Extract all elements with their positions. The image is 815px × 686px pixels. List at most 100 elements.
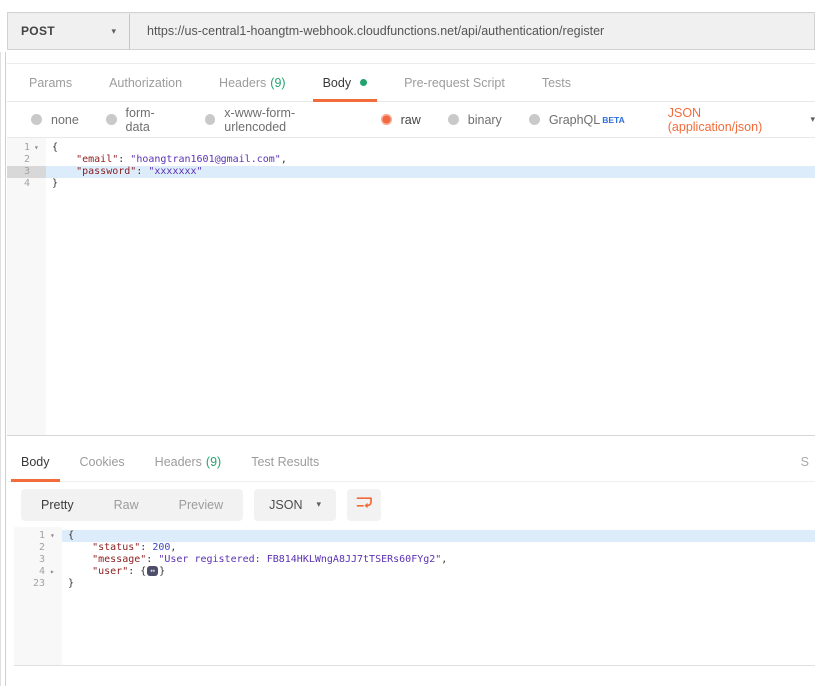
code-line[interactable]: 4 ▸ "user": {↔} — [14, 566, 815, 578]
code-line[interactable]: 1 ▾ { — [7, 142, 815, 154]
code-line[interactable]: 1 ▾{ — [14, 530, 815, 542]
code-token: "password" — [76, 166, 137, 177]
radio-graphql[interactable]: GraphQL BETA — [528, 112, 625, 127]
code-token: { — [68, 530, 75, 541]
radio-binary[interactable]: binary — [447, 112, 502, 127]
code-token: "hoangtran1601@gmail.com" — [130, 154, 281, 165]
language-label: JSON — [269, 497, 303, 512]
code-token: , — [280, 154, 287, 165]
view-mode-group: Pretty Raw Preview — [21, 488, 244, 521]
headers-count-badge: (9) — [270, 75, 286, 90]
beta-badge: BETA — [602, 114, 625, 125]
code-line[interactable]: 3 "password": "xxxxxxx" — [7, 166, 815, 178]
tab-pre-request-script[interactable]: Pre-request Script — [404, 64, 505, 101]
view-mode-pretty[interactable]: Pretty — [21, 489, 94, 521]
response-language-dropdown[interactable]: JSON ▾ — [254, 488, 337, 521]
radio-selected-icon — [380, 114, 392, 125]
code-text: "status": 200, — [68, 542, 815, 554]
code-line[interactable]: 4} — [7, 178, 815, 190]
radio-form-data[interactable]: form-data — [105, 106, 178, 134]
status-label-clipped: S — [800, 454, 809, 469]
radio-raw[interactable]: raw — [380, 113, 421, 127]
radio-x-www-form-urlencoded[interactable]: x-www-form-urlencoded — [204, 105, 354, 134]
code-text: { — [52, 142, 815, 154]
word-wrap-button[interactable] — [347, 488, 382, 521]
code-token: , — [170, 542, 177, 553]
request-body-editor[interactable]: 1 ▾ {2 "email": "hoangtran1601@gmail.com",… — [7, 138, 815, 436]
radio-label: GraphQL — [548, 112, 601, 127]
url-text: https://us-central1-hoangtm-webhook.clou… — [147, 24, 605, 38]
tab-label: Tests — [541, 75, 571, 90]
chevron-down-icon: ▾ — [316, 499, 322, 509]
url-row: POST ▾ https://us-central1-hoangtm-webho… — [7, 12, 815, 50]
collapsed-object-icon[interactable]: ↔ — [147, 566, 159, 576]
line-number: 23 — [14, 578, 62, 590]
code-text: "password": "xxxxxxx" — [52, 166, 815, 178]
radio-icon — [528, 114, 540, 125]
content-type-dropdown[interactable]: JSON (application/json) ▾ — [668, 106, 815, 134]
fold-open-icon[interactable]: ▾ — [50, 530, 55, 542]
body-modified-dot — [360, 79, 368, 86]
chevron-down-icon: ▾ — [111, 25, 116, 36]
url-input[interactable]: https://us-central1-hoangtm-webhook.clou… — [129, 12, 815, 50]
response-toolbar: Pretty Raw Preview JSON ▾ — [7, 482, 815, 527]
line-number: 1 — [7, 142, 46, 154]
response-tab-body[interactable]: Body — [11, 442, 60, 482]
code-line[interactable]: 23} — [14, 578, 815, 590]
tab-params[interactable]: Params — [29, 64, 72, 101]
response-tab-test-results[interactable]: Test Results — [251, 442, 319, 481]
code-token: } — [68, 578, 75, 589]
fold-closed-icon[interactable]: ▸ — [50, 566, 55, 578]
radio-label: x-www-form-urlencoded — [224, 105, 296, 134]
fold-open-icon[interactable]: ▾ — [34, 142, 39, 154]
response-tab-cookies[interactable]: Cookies — [80, 442, 125, 481]
code-token: "message" — [92, 554, 147, 565]
line-number: 3 — [14, 554, 62, 566]
response-body-editor[interactable]: 1 ▾{2 "status": 200, 3 "message": "User re… — [14, 527, 815, 666]
tab-label: Headers — [154, 454, 202, 469]
tab-label: Pre-request Script — [404, 75, 505, 90]
code-token: "User registered: FB814HKLWngA8JJ7tTSERs… — [158, 554, 442, 565]
tab-label: Body — [322, 75, 352, 90]
code-line[interactable]: 2 "email": "hoangtran1601@gmail.com", — [7, 154, 815, 166]
code-token: 200 — [152, 542, 171, 553]
code-line[interactable]: 3 "message": "User registered: FB814HKLW… — [14, 554, 815, 566]
code-token: : — [128, 566, 141, 577]
response-tab-headers[interactable]: Headers (9) — [155, 442, 222, 481]
code-token: "email" — [76, 154, 119, 165]
code-text: "message": "User registered: FB814HKLWng… — [68, 554, 815, 566]
code-text: { — [68, 530, 815, 542]
view-mode-preview[interactable]: Preview — [159, 489, 243, 521]
sidebar-edge-sliver — [0, 52, 6, 686]
tab-headers[interactable]: Headers (9) — [219, 64, 286, 101]
radio-icon — [31, 114, 42, 125]
code-text: "email": "hoangtran1601@gmail.com", — [52, 154, 815, 166]
tab-tests[interactable]: Tests — [542, 64, 571, 101]
tab-body[interactable]: Body — [312, 64, 378, 102]
code-token: : — [146, 554, 159, 565]
tab-authorization[interactable]: Authorization — [109, 64, 182, 101]
request-tabs: Params Authorization Headers (9) Body Pr… — [7, 63, 815, 102]
active-tab-underline — [312, 99, 378, 102]
line-number: 2 — [7, 154, 46, 166]
radio-none[interactable]: none — [31, 113, 79, 127]
line-number: 3 — [7, 166, 46, 178]
view-mode-raw[interactable]: Raw — [94, 489, 159, 521]
request-builder: POST ▾ https://us-central1-hoangtm-webho… — [7, 12, 815, 666]
code-token: } — [159, 566, 166, 577]
radio-icon — [204, 114, 216, 125]
active-tab-underline — [11, 479, 60, 482]
method-label: POST — [21, 24, 55, 38]
code-token: "xxxxxxx" — [148, 166, 203, 177]
line-number: 4 — [7, 178, 46, 190]
radio-label: binary — [467, 112, 502, 127]
method-dropdown[interactable]: POST ▾ — [7, 12, 129, 50]
code-token: } — [52, 178, 59, 189]
tab-label: Headers — [219, 75, 267, 90]
code-text: "user": {↔} — [68, 566, 815, 578]
code-line[interactable]: 2 "status": 200, — [14, 542, 815, 554]
